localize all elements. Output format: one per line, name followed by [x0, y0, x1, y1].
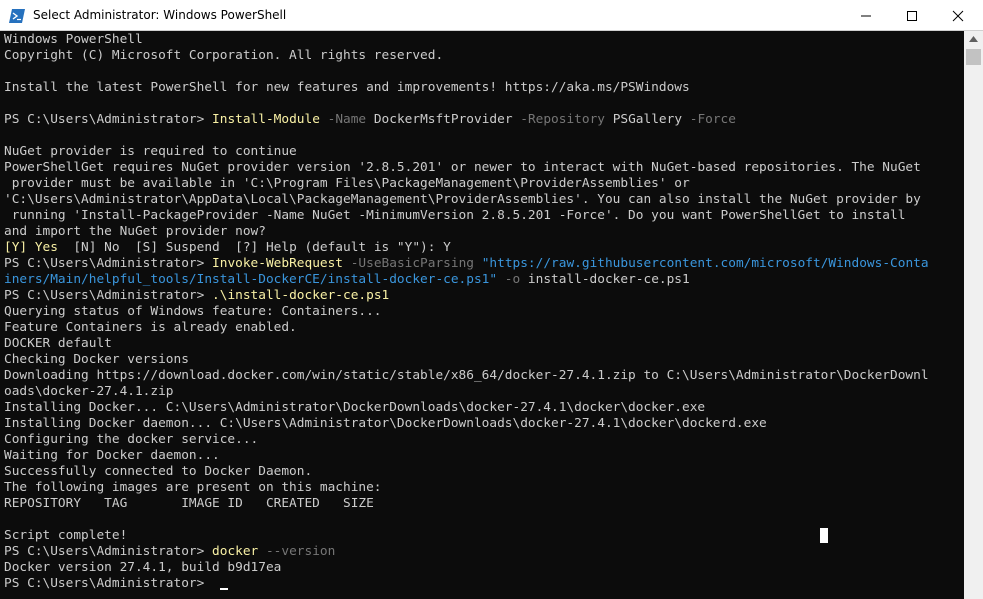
prompt-text: PS C:\Users\Administrator> — [4, 256, 213, 271]
output-text: Configuring the docker service... — [4, 432, 259, 447]
output-text: provider must be available in 'C:\Progra… — [4, 176, 690, 191]
output-text: Waiting for Docker daemon... — [4, 448, 220, 463]
chevron-up-icon — [969, 36, 978, 42]
output-text: Installing Docker daemon... C:\Users\Adm… — [4, 416, 767, 431]
output-text: REPOSITORY TAG IMAGE ID CREATED SIZE — [4, 496, 374, 511]
prompt-text: PS C:\Users\Administrator> — [4, 576, 213, 591]
output-text: Windows PowerShell — [4, 32, 143, 47]
scroll-thumb[interactable] — [966, 49, 981, 65]
console-output[interactable]: Windows PowerShell Copyright (C) Microsof… — [0, 31, 964, 599]
output-text: oads\docker-27.4.1.zip — [4, 384, 174, 399]
vertical-scrollbar[interactable] — [964, 31, 983, 599]
output-text: running 'Install-PackageProvider -Name N… — [4, 208, 906, 223]
console-line: iners/Main/helpful_tools/Install-DockerC… — [4, 272, 929, 288]
window-title: Select Administrator: Windows PowerShell — [33, 8, 287, 22]
powershell-icon — [9, 8, 25, 23]
console-line: PS C:\Users\Administrator> — [4, 576, 929, 592]
prompt-text: PS C:\Users\Administrator> — [4, 112, 213, 127]
text-caret — [220, 588, 228, 590]
output-text: Checking Docker versions — [4, 352, 189, 367]
output-text: and import the NuGet provider now? — [4, 224, 266, 239]
console-line: PS C:\Users\Administrator> docker --vers… — [4, 544, 929, 560]
output-text: The following images are present on this… — [4, 480, 382, 495]
console-line: Checking Docker versions — [4, 352, 929, 368]
command-text: .\install-docker-ce.ps1 — [212, 288, 390, 303]
output-text: NuGet provider is required to continue — [4, 144, 297, 159]
output-text: [N] No [S] Suspend [?] Help (default is … — [57, 240, 451, 255]
output-text: Installing Docker... C:\Users\Administra… — [4, 400, 706, 415]
argument-text: install-docker-ce.ps1 — [520, 272, 690, 287]
console-line: NuGet provider is required to continue — [4, 144, 929, 160]
title-bar[interactable]: Select Administrator: Windows PowerShell — [0, 0, 983, 31]
console-line: Installing Docker daemon... C:\Users\Adm… — [4, 416, 929, 432]
console-line: 'C:\Users\Administrator\AppData\Local\Pa… — [4, 192, 929, 208]
scroll-up-button[interactable] — [964, 31, 983, 47]
console-line: Configuring the docker service... — [4, 432, 929, 448]
output-text: Copyright (C) Microsoft Corporation. All… — [4, 48, 444, 63]
maximize-icon — [907, 11, 917, 21]
argument-text: DockerMsftProvider — [366, 112, 513, 127]
console-line: and import the NuGet provider now? — [4, 224, 929, 240]
close-button[interactable] — [935, 0, 981, 31]
console-line: PS C:\Users\Administrator> Install-Modul… — [4, 112, 929, 128]
selection-cursor — [820, 528, 828, 543]
command-text: Install-Module — [212, 112, 320, 127]
console-lines: Windows PowerShell Copyright (C) Microsof… — [4, 32, 929, 592]
output-text: Install the latest PowerShell for new fe… — [4, 80, 690, 95]
console-line: Querying status of Windows feature: Cont… — [4, 304, 929, 320]
output-text: Querying status of Windows feature: Cont… — [4, 304, 382, 319]
console-line: running 'Install-PackageProvider -Name N… — [4, 208, 929, 224]
minimize-icon — [861, 15, 871, 17]
console-line: Waiting for Docker daemon... — [4, 448, 929, 464]
command-text: docker — [212, 544, 259, 559]
console-line: PS C:\Users\Administrator> Invoke-WebReq… — [4, 256, 929, 272]
console-line: Install the latest PowerShell for new fe… — [4, 80, 929, 96]
string-text: "https://raw.githubusercontent.com/micro… — [474, 256, 929, 271]
parameter-text: -Force — [682, 112, 736, 127]
console-line: Docker version 27.4.1, build b9d17ea — [4, 560, 929, 576]
command-text: [Y] Yes — [4, 240, 58, 255]
maximize-button[interactable] — [889, 0, 935, 31]
console-line: The following images are present on this… — [4, 480, 929, 496]
command-text: Invoke-WebRequest — [212, 256, 344, 271]
argument-text: PSGallery — [604, 112, 683, 127]
prompt-text: PS C:\Users\Administrator> — [4, 544, 213, 559]
console-line: oads\docker-27.4.1.zip — [4, 384, 929, 400]
output-text: Feature Containers is already enabled. — [4, 320, 297, 335]
output-text: Docker version 27.4.1, build b9d17ea — [4, 560, 282, 575]
parameter-text: -o — [497, 272, 521, 287]
console-line: PowerShellGet requires NuGet provider ve… — [4, 160, 929, 176]
console-line: PS C:\Users\Administrator> .\install-doc… — [4, 288, 929, 304]
parameter-text: -Repository — [512, 112, 605, 127]
close-icon — [952, 10, 964, 22]
parameter-text: -UseBasicParsing — [343, 256, 474, 271]
console-line: Downloading https://download.docker.com/… — [4, 368, 929, 384]
console-line: Windows PowerShell — [4, 32, 929, 48]
console-line: Feature Containers is already enabled. — [4, 320, 929, 336]
output-text: Successfully connected to Docker Daemon. — [4, 464, 313, 479]
console-line: [Y] Yes [N] No [S] Suspend [?] Help (def… — [4, 240, 929, 256]
console-line: DOCKER default — [4, 336, 929, 352]
console-line: Copyright (C) Microsoft Corporation. All… — [4, 48, 929, 64]
output-text: Downloading https://download.docker.com/… — [4, 368, 929, 383]
parameter-text: -Name — [319, 112, 367, 127]
parameter-text: --version — [258, 544, 336, 559]
console-line: Installing Docker... C:\Users\Administra… — [4, 400, 929, 416]
console-line: provider must be available in 'C:\Progra… — [4, 176, 929, 192]
output-text: 'C:\Users\Administrator\AppData\Local\Pa… — [4, 192, 921, 207]
output-text: DOCKER default — [4, 336, 112, 351]
console-line: Successfully connected to Docker Daemon. — [4, 464, 929, 480]
string-text: iners/Main/helpful_tools/Install-DockerC… — [4, 272, 498, 287]
prompt-text: PS C:\Users\Administrator> — [4, 288, 213, 303]
output-text: Script complete! — [4, 528, 128, 543]
console-line: Script complete! — [4, 528, 929, 544]
console-line: REPOSITORY TAG IMAGE ID CREATED SIZE — [4, 496, 929, 512]
minimize-button[interactable] — [843, 0, 889, 31]
output-text: PowerShellGet requires NuGet provider ve… — [4, 160, 921, 175]
